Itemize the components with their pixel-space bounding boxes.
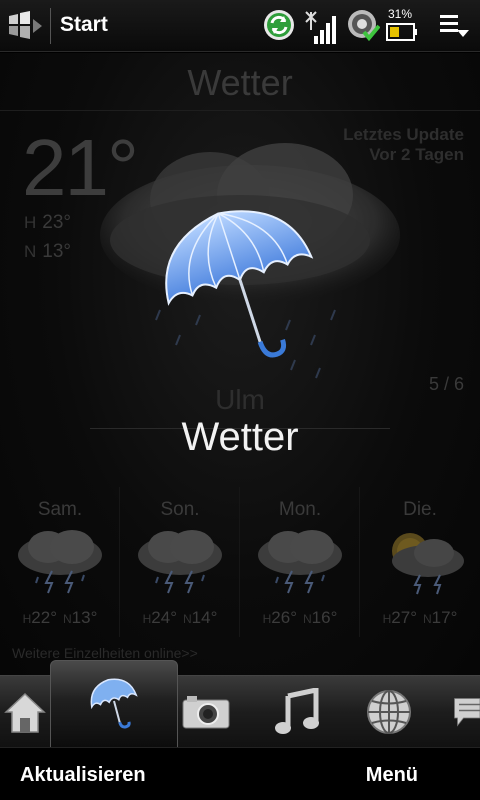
forecast-low-label: N [303,612,312,626]
signal-icon[interactable] [302,8,338,46]
forecast-day[interactable]: Sam. H22° N13° [0,487,120,637]
forecast-high: 26° [271,608,297,627]
windows-start-icon[interactable] [6,10,44,42]
umbrella-icon [90,678,138,729]
sound-icon[interactable] [346,8,380,42]
sync-icon[interactable] [262,8,296,42]
forecast-day-name: Son. [160,499,200,520]
forecast-low-label: N [63,612,72,626]
tab-internet[interactable] [356,676,422,748]
forecast-low: 17° [431,608,458,627]
soft-key-bar: Aktualisieren Menü [0,747,480,800]
low-label: N [24,242,37,261]
tab-music[interactable] [264,676,330,748]
thunderstorm-icon [258,530,342,594]
forecast-low: 14° [191,608,218,627]
tab-bar [0,660,480,748]
forecast-high-label: H [22,612,32,626]
page-title: Wetter [187,62,293,103]
forecast-day-name: Die. [403,499,437,520]
high-label: H [24,213,37,232]
forecast-high-label: H [262,612,272,626]
forecast-temps: H22° N13° [0,608,120,628]
battery-percent: 31% [388,7,413,21]
tab-photos[interactable] [178,676,234,748]
low-temperature: N 13° [24,241,71,263]
thunderstorm-icon [18,530,102,594]
forecast-temps: H26° N16° [240,608,360,628]
forecast-day[interactable]: Son. H24° N14° [120,487,240,637]
camera-icon [182,696,230,729]
start-label[interactable]: Start [60,13,108,37]
umbrella-rain-icon [100,143,400,379]
status-bar: Start 31% [0,0,480,52]
forecast-strip: Sam. H22° N13° Son. H24° N14° Mon. H26° … [0,487,480,637]
forecast-day-name: Sam. [37,499,83,520]
tab-weather[interactable] [50,660,178,748]
forecast-low-label: N [183,612,192,626]
forecast-low: 13° [71,608,98,627]
music-note-icon [275,688,319,734]
tab-home[interactable] [0,676,50,748]
tab-messages[interactable] [450,676,480,748]
refresh-softkey[interactable]: Aktualisieren [20,764,146,787]
forecast-high: 22° [31,608,57,627]
forecast-high-label: H [142,612,152,626]
thunderstorm-icon [138,530,222,594]
forecast-high: 24° [151,608,177,627]
globe-icon [367,690,411,734]
forecast-low-label: N [423,612,432,626]
sun-cloud-storm-icon [392,533,464,595]
forecast-low: 16° [311,608,338,627]
title-divider [0,110,480,111]
high-value: 23° [42,212,72,233]
details-online-link[interactable]: Weitere Einzelheiten online>> [12,645,198,661]
home-icon [4,692,46,733]
forecast-temps: H27° N17° [360,608,480,628]
forecast-day[interactable]: Die. H27° N17° [360,487,480,637]
forecast-temps: H24° N14° [120,608,240,628]
forecast-day[interactable]: Mon. H26° N16° [240,487,360,637]
widget-name: Wetter [181,415,299,459]
status-divider [50,8,51,44]
forecast-day-name: Mon. [278,499,322,520]
forecast-high-label: H [382,612,392,626]
forecast-high: 27° [391,608,417,627]
high-temperature: H 23° [24,212,71,234]
message-icon [454,698,480,727]
city-name: Ulm [215,384,265,415]
battery-icon[interactable] [386,22,418,42]
menu-softkey[interactable]: Menü [366,764,418,787]
menu-icon[interactable] [438,12,470,40]
low-value: 13° [42,241,72,262]
